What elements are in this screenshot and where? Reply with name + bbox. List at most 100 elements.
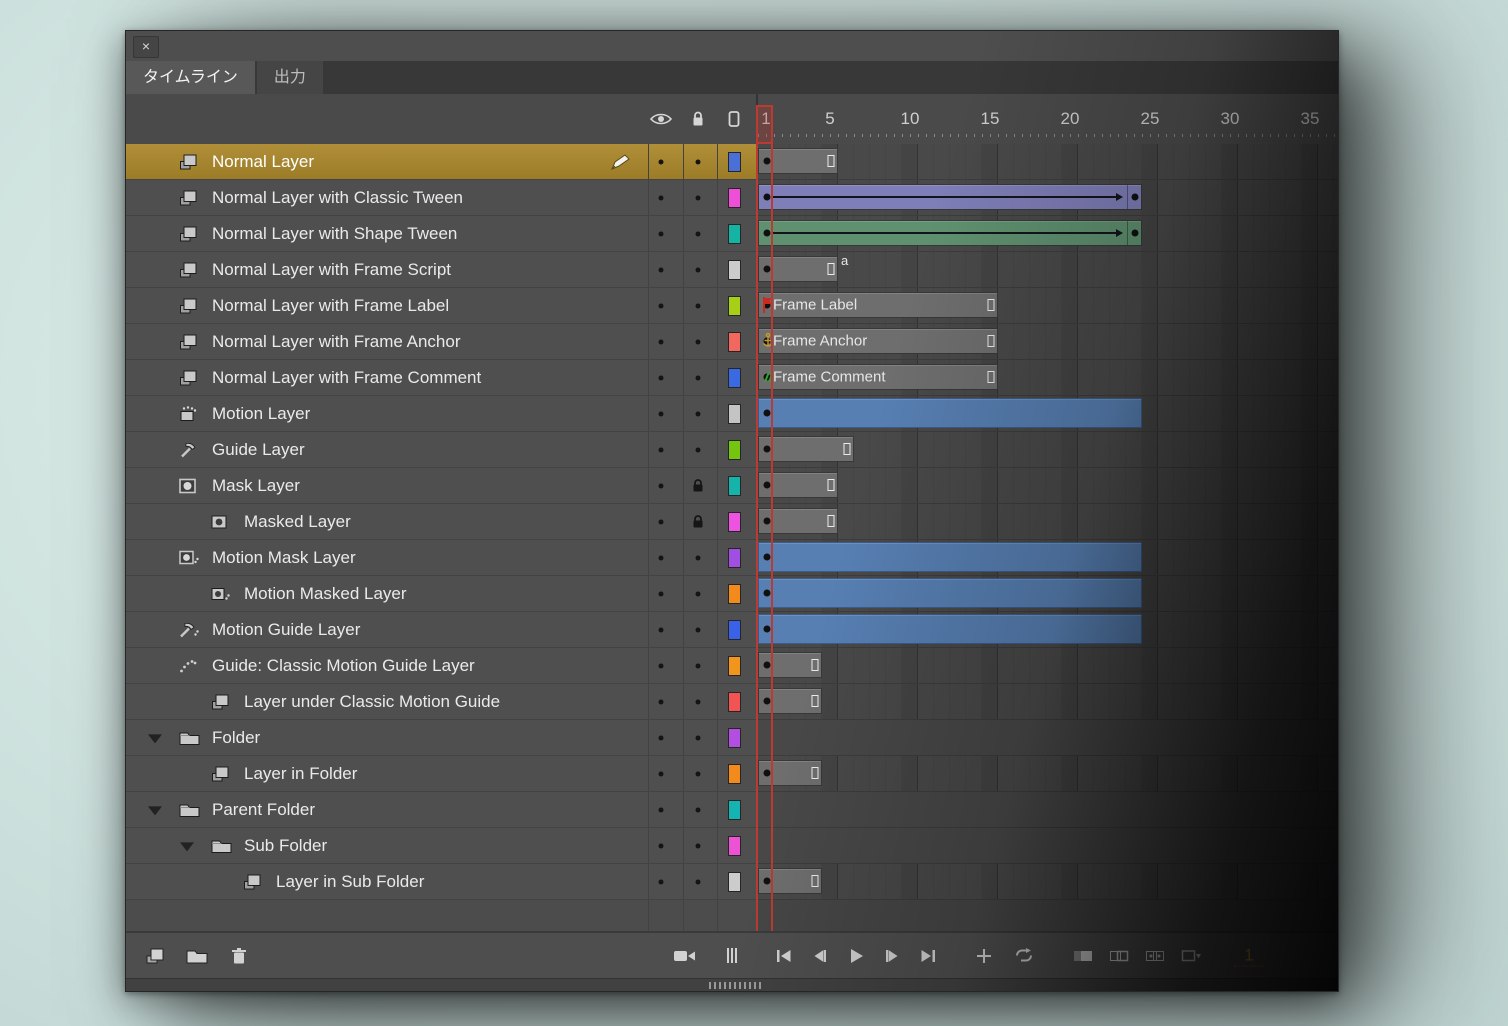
modify-markers-button[interactable] [1178,943,1204,969]
layer-row[interactable]: Normal Layer with Classic Tween [126,180,1338,216]
layer-color-swatch[interactable] [728,188,741,208]
layer-row[interactable]: Motion Masked Layer [126,576,1338,612]
layer-visibility-dot[interactable] [659,231,664,236]
layer-frames[interactable] [758,540,1338,576]
layer-visibility-dot[interactable] [659,771,664,776]
loop-button[interactable] [1011,943,1037,969]
lock-column-icon[interactable] [691,111,705,128]
scrollbar-grip[interactable] [709,982,764,989]
layer-lock-dot[interactable] [696,267,701,272]
layer-visibility-dot[interactable] [659,195,664,200]
layer-color-swatch[interactable] [728,296,741,316]
layer-visibility-dot[interactable] [659,879,664,884]
layer-visibility-dot[interactable] [659,159,664,164]
layer-row[interactable]: Motion Layer [126,396,1338,432]
layer-color-swatch[interactable] [728,872,741,892]
frame-span[interactable] [758,760,822,786]
layer-row[interactable]: Layer under Classic Motion Guide [126,684,1338,720]
layer-frames[interactable] [758,144,1338,180]
layer-color-swatch[interactable] [728,800,741,820]
layer-lock-dot[interactable] [696,303,701,308]
layer-color-swatch[interactable] [728,368,741,388]
frame-span[interactable]: Frame Label [758,292,998,318]
layer-lock-dot[interactable] [696,699,701,704]
motion-span[interactable] [758,614,1142,644]
layer-visibility-dot[interactable] [659,483,664,488]
layer-lock-dot[interactable] [696,375,701,380]
layer-lock-dot[interactable] [696,843,701,848]
layer-frames[interactable]: Frame Label [758,288,1338,324]
layer-row[interactable]: Normal Layer with Frame LabelFrame Label [126,288,1338,324]
layer-color-swatch[interactable] [728,728,741,748]
delete-button[interactable] [226,943,252,969]
frame-span[interactable]: Frame Comment [758,364,998,390]
frame-span[interactable] [758,652,822,678]
layer-visibility-dot[interactable] [659,627,664,632]
frame-span[interactable] [758,868,822,894]
layer-frames[interactable] [758,396,1338,432]
layer-color-swatch[interactable] [728,224,741,244]
layer-frames[interactable] [758,432,1338,468]
layer-visibility-dot[interactable] [659,555,664,560]
layer-row[interactable]: Sub Folder [126,828,1338,864]
play-button[interactable] [843,943,869,969]
layer-frames[interactable] [758,576,1338,612]
layer-lock-dot[interactable] [696,555,701,560]
layer-visibility-dot[interactable] [659,267,664,272]
layer-row[interactable]: Mask Layer [126,468,1338,504]
layer-frames[interactable] [758,828,1338,864]
outline-column-icon[interactable] [728,111,740,128]
layer-frames[interactable]: Frame Anchor [758,324,1338,360]
tab-output[interactable]: 出力 [257,61,323,94]
folder-disclosure-triangle[interactable] [180,842,194,851]
layer-row[interactable]: Normal Layer [126,144,1338,180]
layer-frames[interactable] [758,504,1338,540]
frame-span[interactable] [758,148,838,174]
layer-row[interactable]: Motion Guide Layer [126,612,1338,648]
layer-frames[interactable]: a [758,252,1338,288]
layer-frames[interactable] [758,756,1338,792]
layer-row[interactable]: Normal Layer with Frame AnchorFrame Anch… [126,324,1338,360]
layer-lock-dot[interactable] [696,411,701,416]
layer-lock-dot[interactable] [696,195,701,200]
layer-visibility-dot[interactable] [659,339,664,344]
current-frame-number[interactable]: 1 [1234,945,1264,966]
playhead[interactable] [756,105,773,144]
layer-frames[interactable] [758,684,1338,720]
step-back-button[interactable] [807,943,833,969]
go-to-first-frame-button[interactable] [771,943,797,969]
motion-span[interactable] [758,578,1142,608]
tab-timeline[interactable]: タイムライン [126,61,255,94]
folder-disclosure-triangle[interactable] [148,806,162,815]
layer-color-swatch[interactable] [728,692,741,712]
layer-color-swatch[interactable] [728,764,741,784]
go-to-last-frame-button[interactable] [915,943,941,969]
close-icon[interactable]: × [133,36,159,58]
folder-disclosure-triangle[interactable] [148,734,162,743]
layer-color-swatch[interactable] [728,332,741,352]
layer-frames[interactable] [758,468,1338,504]
layer-row[interactable]: Normal Layer with Frame CommentFrame Com… [126,360,1338,396]
visibility-column-icon[interactable] [649,112,673,127]
layer-lock-dot[interactable] [696,627,701,632]
frame-span[interactable] [758,256,838,282]
layer-visibility-dot[interactable] [659,807,664,812]
layer-visibility-dot[interactable] [659,375,664,380]
layer-row[interactable]: Layer in Sub Folder [126,864,1338,900]
layer-color-swatch[interactable] [728,656,741,676]
layer-visibility-dot[interactable] [659,411,664,416]
layer-visibility-dot[interactable] [659,519,664,524]
layer-lock-icon[interactable] [692,478,705,493]
add-camera-button[interactable] [671,943,697,969]
layer-color-swatch[interactable] [728,548,741,568]
motion-span[interactable] [758,542,1142,572]
layer-color-swatch[interactable] [728,620,741,640]
layer-color-swatch[interactable] [728,512,741,532]
frame-span[interactable] [758,472,838,498]
frame-span[interactable] [758,436,854,462]
layer-lock-dot[interactable] [696,771,701,776]
layer-color-swatch[interactable] [728,152,741,172]
layer-row[interactable]: Normal Layer with Frame Scripta [126,252,1338,288]
frame-span[interactable]: Frame Anchor [758,328,998,354]
onion-skin-button[interactable] [1070,943,1096,969]
